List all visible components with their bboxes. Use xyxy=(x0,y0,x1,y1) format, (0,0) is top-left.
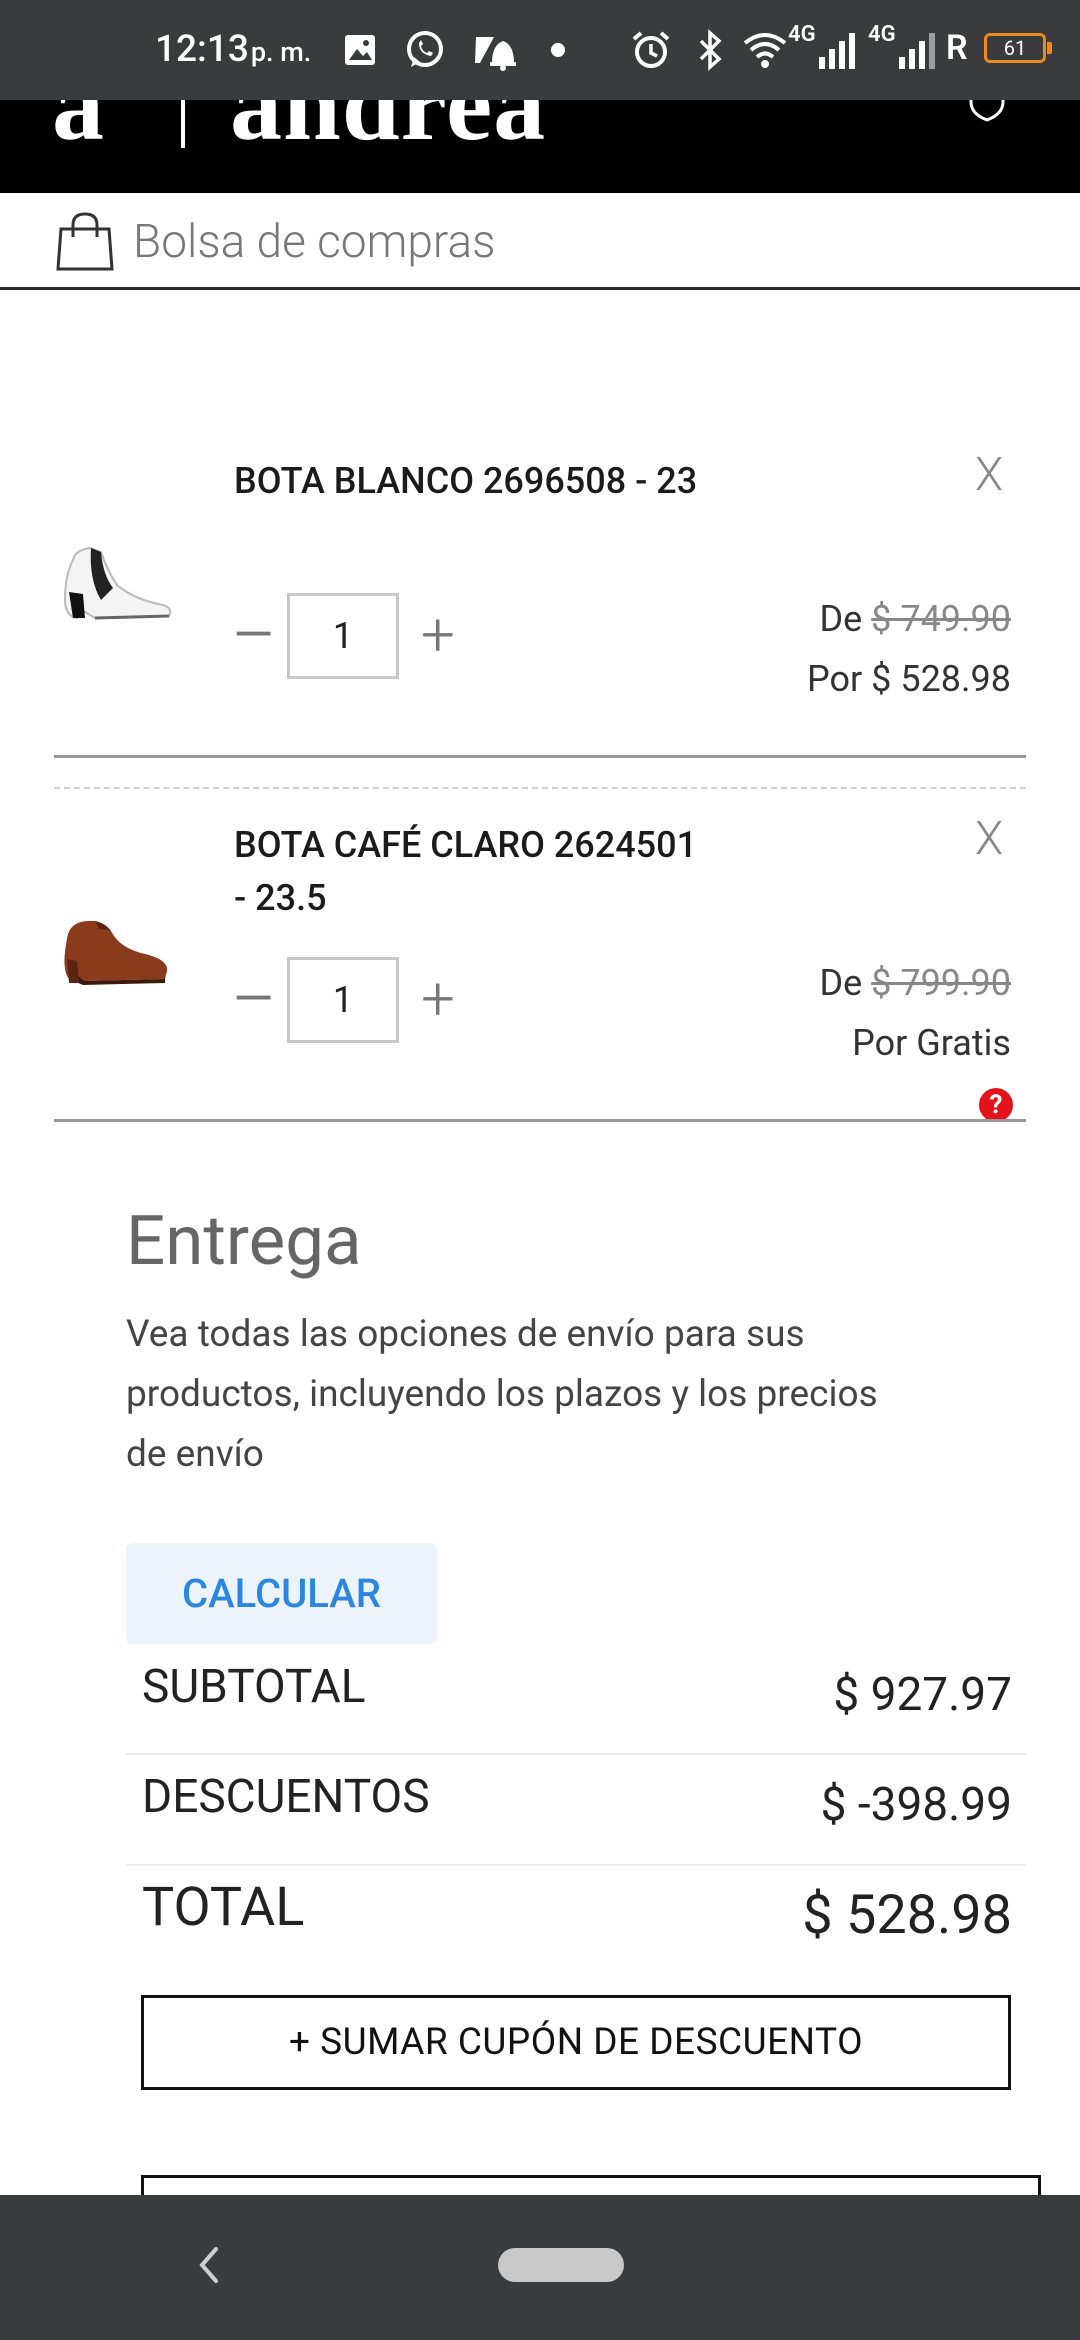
add-coupon-button[interactable]: + SUMAR CUPÓN DE DESCUENTO xyxy=(141,1995,1011,2090)
delivery-title: Entrega xyxy=(126,1200,362,1281)
system-nav-bar xyxy=(0,2195,1080,2340)
item-divider xyxy=(54,755,1026,758)
quantity-input[interactable]: 1 xyxy=(287,957,399,1043)
dot-icon xyxy=(533,22,583,78)
original-price: De $ 749.90 xyxy=(819,598,1011,640)
totals-divider xyxy=(126,1753,1026,1755)
sale-price: Por $ 528.98 xyxy=(807,658,1011,700)
bluetooth-icon xyxy=(685,22,735,78)
roaming-indicator: R xyxy=(946,28,968,68)
decrease-quantity-button[interactable]: — xyxy=(233,609,274,661)
increase-quantity-button[interactable]: + xyxy=(413,969,463,1029)
home-pill-button[interactable] xyxy=(498,2248,624,2282)
help-icon[interactable]: ? xyxy=(979,1088,1013,1122)
user-shield-icon[interactable] xyxy=(965,100,1009,124)
battery-icon: 61 xyxy=(984,33,1052,63)
back-chevron-icon[interactable] xyxy=(188,2235,228,2295)
total-value: $ 528.98 xyxy=(802,1884,1012,1947)
logo-divider xyxy=(181,100,185,148)
total-label: TOTAL xyxy=(142,1876,305,1939)
original-price: De $ 799.90 xyxy=(819,962,1011,1004)
discounts-label: DESCUENTOS xyxy=(142,1770,430,1824)
remove-item-button[interactable]: X xyxy=(975,812,1003,866)
alarm-icon xyxy=(626,22,676,78)
page-title: Bolsa de compras xyxy=(133,215,496,269)
increase-quantity-button[interactable]: + xyxy=(413,605,463,665)
shopping-bag-icon xyxy=(56,212,114,271)
site-header: a andrea xyxy=(0,100,1080,193)
product-name[interactable]: BOTA CAFÉ CLARO 2624501 - 23.5 xyxy=(234,819,704,925)
cart-header: Bolsa de compras xyxy=(0,193,1080,290)
product-name[interactable]: BOTA BLANCO 2696508 - 23 xyxy=(234,455,704,508)
calculate-shipping-button[interactable]: CALCULAR xyxy=(126,1543,437,1644)
item-divider xyxy=(54,1119,1026,1122)
subtotal-label: SUBTOTAL xyxy=(142,1660,366,1714)
logo-mark[interactable]: a xyxy=(52,100,104,164)
whatsapp-icon xyxy=(400,22,450,78)
signal-icon xyxy=(812,22,862,78)
signal-icon xyxy=(892,22,942,78)
remove-item-button[interactable]: X xyxy=(975,448,1003,502)
checkout-button-partial[interactable] xyxy=(141,2175,1041,2195)
item-divider-dashed xyxy=(54,787,1026,789)
status-time: 12:13p. m. xyxy=(155,28,312,71)
notification-off-icon xyxy=(470,22,520,78)
brand-logo[interactable]: andrea xyxy=(230,100,546,164)
delivery-description: Vea todas las opciones de envío para sus… xyxy=(126,1313,878,1476)
status-bar: 12:13p. m. 4G 4G R 61 xyxy=(0,0,1080,100)
brown-bootie-image[interactable] xyxy=(55,899,180,999)
white-bootie-image[interactable] xyxy=(55,530,180,630)
image-icon xyxy=(335,22,385,78)
decrease-quantity-button[interactable]: — xyxy=(233,973,274,1025)
sale-price: Por Gratis xyxy=(852,1022,1011,1064)
subtotal-value: $ 927.97 xyxy=(833,1668,1012,1722)
quantity-input[interactable]: 1 xyxy=(287,593,399,679)
totals-divider xyxy=(126,1864,1026,1866)
discounts-value: $ -398.99 xyxy=(820,1778,1012,1832)
wifi-icon xyxy=(740,22,790,78)
